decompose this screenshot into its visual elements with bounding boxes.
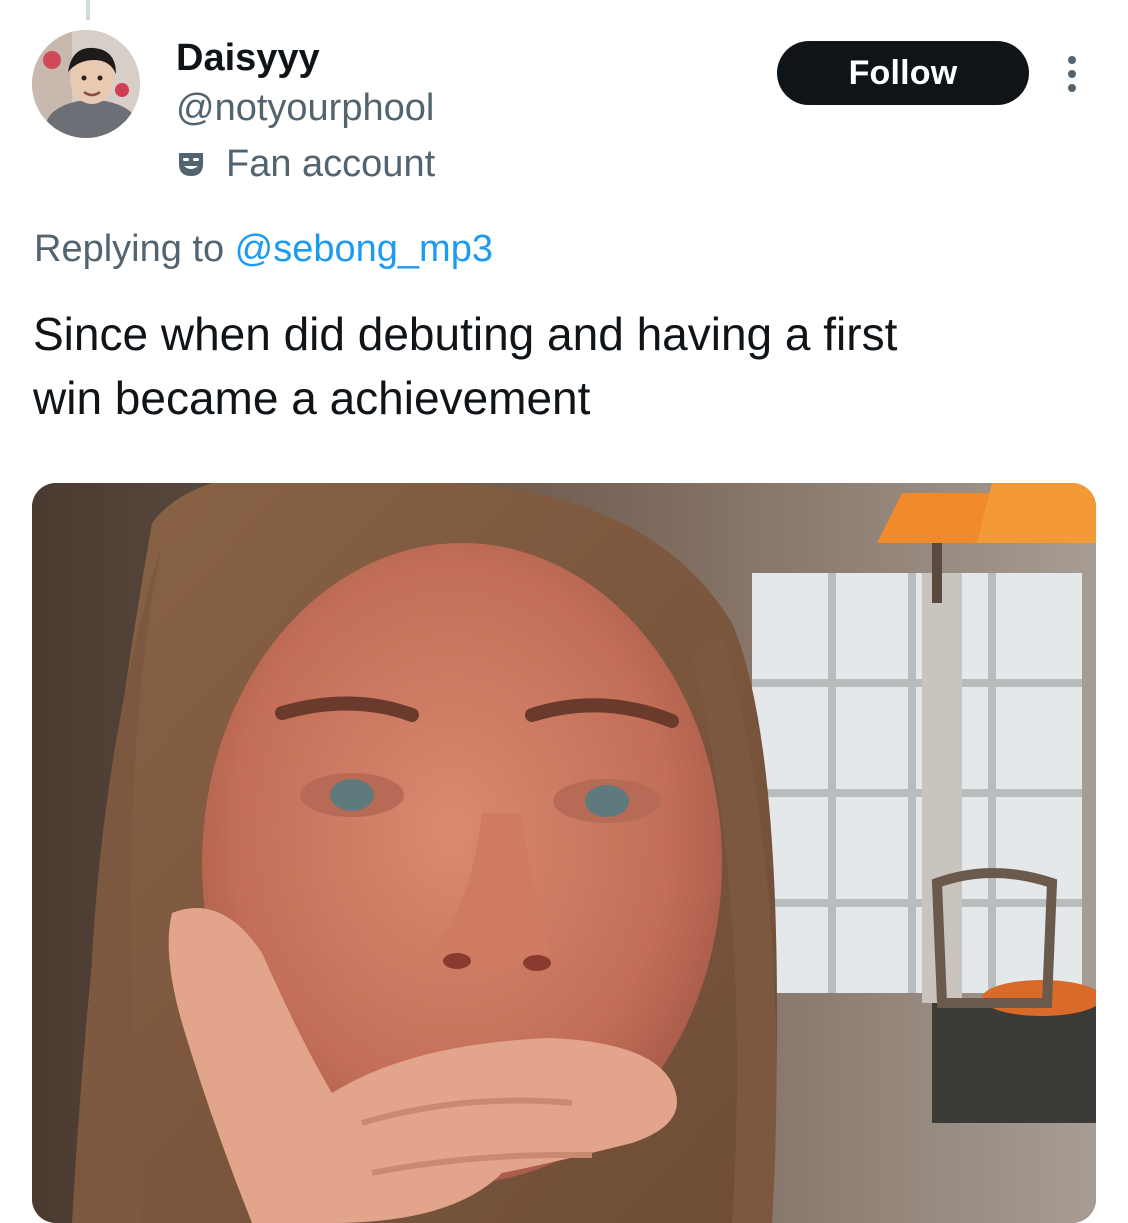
reaction-photo xyxy=(32,483,1096,1223)
avatar-photo xyxy=(32,30,140,138)
author-display-name[interactable]: Daisyyy xyxy=(176,36,320,80)
follow-button[interactable]: Follow xyxy=(777,41,1029,105)
account-label: Fan account xyxy=(176,142,435,186)
theater-mask-icon xyxy=(176,149,206,179)
thread-connector-line xyxy=(86,0,90,20)
replying-to: Replying to @sebong_mp3 xyxy=(34,224,493,274)
tweet-text: Since when did debuting and having a fir… xyxy=(33,308,898,424)
tweet-media-photo[interactable] xyxy=(32,483,1096,1223)
replying-to-prefix: Replying to xyxy=(34,228,235,270)
reply-mention-link[interactable]: @sebong_mp3 xyxy=(235,228,493,270)
account-label-text: Fan account xyxy=(226,143,436,185)
more-vertical-icon[interactable] xyxy=(1061,54,1083,94)
avatar[interactable] xyxy=(32,30,140,138)
author-handle[interactable]: @notyourphool xyxy=(176,86,434,130)
